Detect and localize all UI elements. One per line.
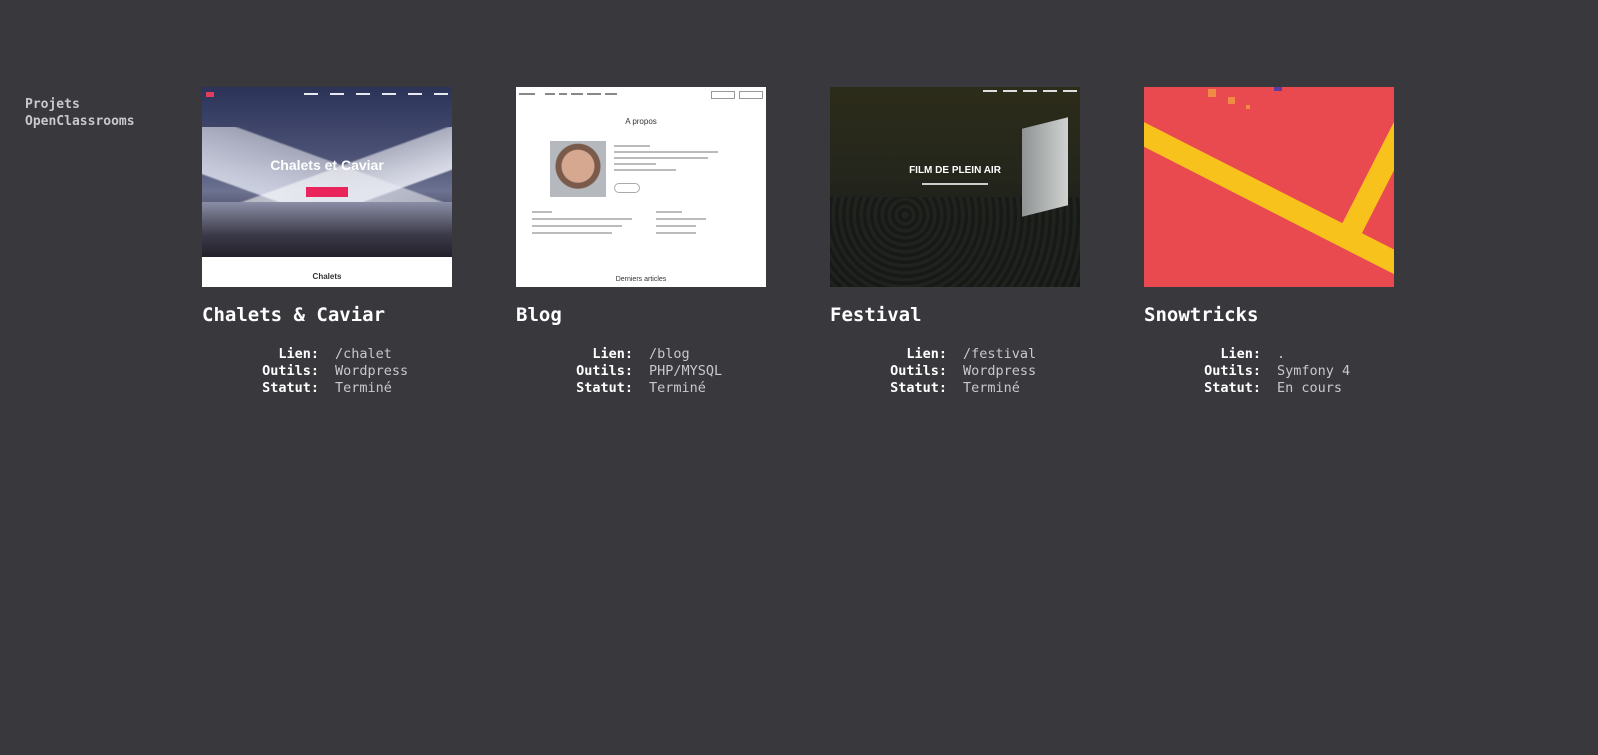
project-thumbnail-snowtricks[interactable] [1144, 87, 1394, 287]
project-title: Blog [516, 304, 562, 326]
status-value: Terminé [963, 380, 1020, 396]
link-label: Lien: [592, 346, 633, 362]
avatar [550, 141, 606, 197]
status-label: Statut: [1204, 380, 1261, 396]
project-info: Lien: /festival Outils: Wordpress Statut: T… [830, 346, 1080, 397]
sidebar-title: Projets OpenClassrooms [25, 97, 135, 129]
project-card-chalets: Chalets et Caviar Chalets Chalets & Cavi… [202, 87, 452, 397]
project-link[interactable]: /festival [963, 346, 1036, 363]
status-value: Terminé [649, 380, 706, 396]
tools-label: Outils: [890, 363, 947, 379]
project-title: Festival [830, 304, 922, 326]
status-label: Statut: [576, 380, 633, 396]
project-link[interactable]: /chalet [335, 346, 392, 363]
project-card-snowtricks: Snowtricks Lien:. Outils: Symfony 4 Statu… [1144, 87, 1394, 397]
thumbnail-section: Chalets [312, 272, 342, 281]
project-thumbnail-festival[interactable]: FILM DE PLEIN AIR [830, 87, 1080, 287]
project-title: Chalets & Caviar [202, 304, 386, 326]
logo-icon [206, 92, 214, 97]
project-title: Snowtricks [1144, 304, 1259, 326]
status-value: En cours [1277, 380, 1343, 396]
project-link[interactable]: . [1277, 346, 1285, 363]
project-card-festival: FILM DE PLEIN AIR Festival Lien: /festiva… [830, 87, 1080, 397]
link-label: Lien: [1220, 346, 1261, 362]
project-thumbnail-chalets[interactable]: Chalets et Caviar Chalets [202, 87, 452, 287]
tools-value: Symfony 4 [1277, 363, 1351, 379]
project-card-blog: A propos Derniers articles Blog Lien: /bl… [516, 87, 766, 397]
link-label: Lien: [278, 346, 319, 362]
tools-value: Wordpress [335, 363, 409, 379]
status-label: Statut: [262, 380, 319, 396]
tools-label: Outils: [1204, 363, 1261, 379]
status-label: Statut: [890, 380, 947, 396]
tools-value: PHP/MYSQL [649, 363, 723, 379]
thumbnail-heading: A propos [625, 117, 657, 126]
link-label: Lien: [906, 346, 947, 362]
project-info: Lien: /blog Outils: PHP/MYSQL Statut: Termi… [516, 346, 766, 397]
project-info: Lien: /chalet Outils: Wordpress Statut: Ter… [202, 346, 452, 397]
tools-value: Wordpress [963, 363, 1037, 379]
status-value: Terminé [335, 380, 392, 396]
project-link[interactable]: /blog [649, 346, 690, 363]
thumbnail-heading: FILM DE PLEIN AIR [909, 165, 1001, 176]
project-info: Lien:. Outils: Symfony 4 Statut: En cours [1144, 346, 1394, 397]
thumbnail-section: Derniers articles [615, 276, 667, 283]
tools-label: Outils: [262, 363, 319, 379]
thumbnail-heading: Chalets et Caviar [270, 157, 384, 173]
tools-label: Outils: [576, 363, 633, 379]
project-thumbnail-blog[interactable]: A propos Derniers articles [516, 87, 766, 287]
